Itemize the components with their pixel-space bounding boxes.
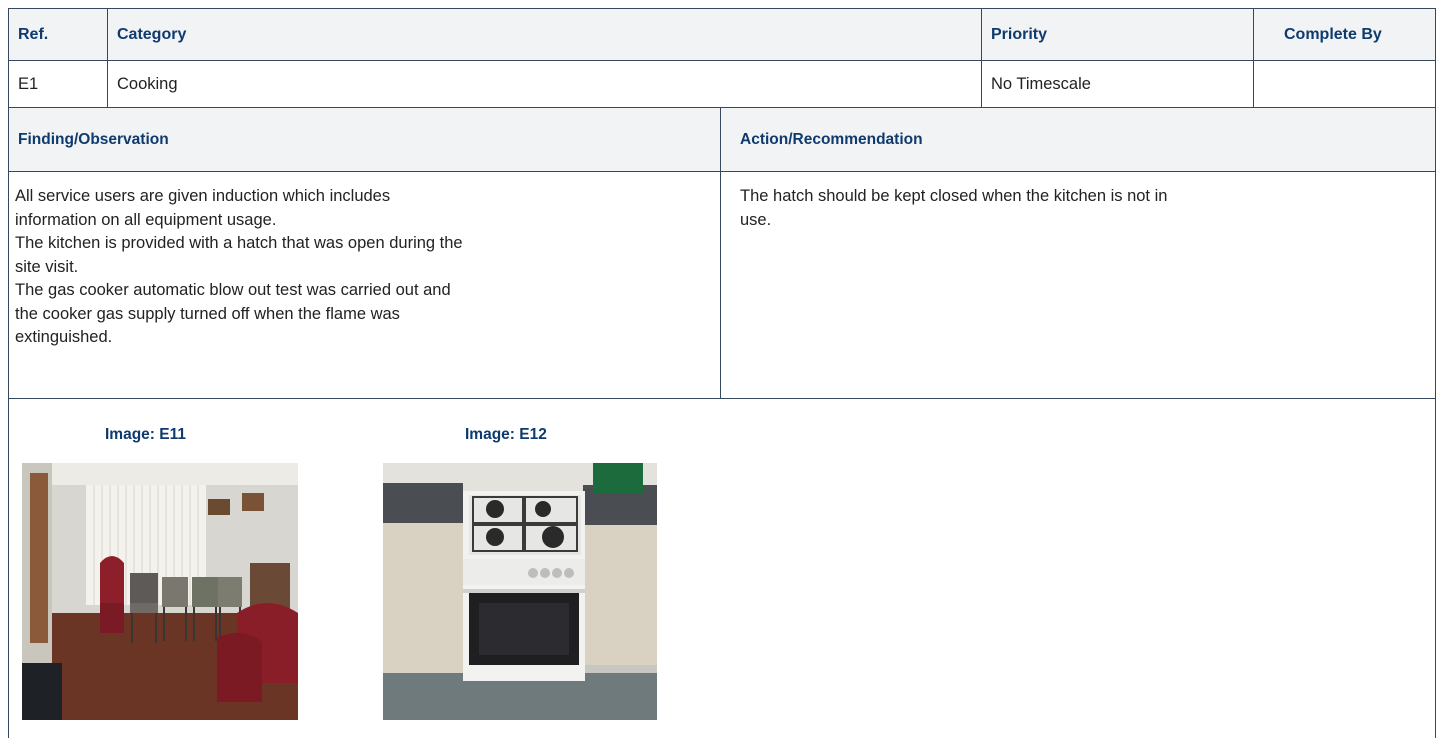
cooker-photo-image — [383, 463, 657, 720]
category-header-cell: Category — [107, 9, 981, 60]
complete-by-header: Complete By — [1284, 25, 1382, 43]
action-text: The hatch should be kept closed when the… — [740, 187, 1168, 229]
ref-value: E1 — [18, 74, 39, 93]
finding-cell: All service users are given induction wh… — [9, 172, 720, 398]
category-value: Cooking — [117, 74, 178, 93]
complete-by-cell — [1253, 61, 1437, 107]
priority-value: No Timescale — [991, 74, 1091, 93]
finding-header-cell: Finding/Observation — [9, 108, 720, 171]
ref-cell: E1 — [9, 61, 107, 107]
finding-text: All service users are given induction wh… — [15, 187, 463, 346]
section-header-row: Finding/Observation Action/Recommendatio… — [9, 108, 1435, 172]
complete-by-header-cell: Complete By — [1253, 9, 1437, 60]
item-row: E1 Cooking No Timescale — [9, 61, 1435, 108]
room-photo-image — [22, 463, 298, 720]
photo-e12 — [383, 463, 657, 720]
image-caption-e12: Image: E12 — [465, 426, 547, 443]
ref-header: Ref. — [18, 25, 49, 43]
images-row: Image: E11 Image: E12 — [9, 399, 1435, 739]
header-row: Ref. Category Priority Complete By — [9, 9, 1435, 61]
priority-cell: No Timescale — [981, 61, 1253, 107]
report-table: Ref. Category Priority Complete By E1 Co… — [8, 8, 1436, 738]
priority-header-cell: Priority — [981, 9, 1253, 60]
image-caption-e11: Image: E11 — [105, 426, 186, 443]
photo-e11 — [22, 463, 298, 720]
action-header: Action/Recommendation — [740, 130, 923, 148]
ref-header-cell: Ref. — [9, 9, 107, 60]
category-cell: Cooking — [107, 61, 981, 107]
finding-header: Finding/Observation — [18, 130, 169, 148]
content-row: All service users are given induction wh… — [9, 172, 1435, 399]
priority-header: Priority — [991, 25, 1048, 43]
action-cell: The hatch should be kept closed when the… — [720, 172, 1437, 398]
action-header-cell: Action/Recommendation — [720, 108, 1437, 171]
category-header: Category — [117, 25, 187, 43]
